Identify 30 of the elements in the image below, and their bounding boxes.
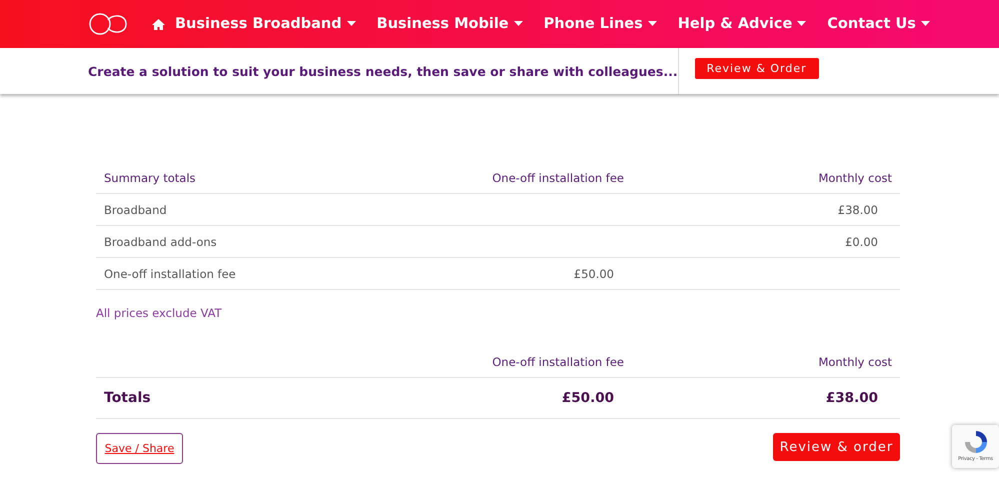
column-header: Monthly cost bbox=[817, 170, 893, 184]
table-cell-text: Broadband bbox=[103, 202, 168, 216]
nav-item[interactable]: Phone Lines bbox=[544, 16, 657, 32]
caret-icon bbox=[920, 21, 930, 27]
column-header: One-off installation fee bbox=[491, 170, 624, 184]
nav-item[interactable]: Business Mobile bbox=[376, 16, 523, 32]
nav-item[interactable]: Business Broadband bbox=[175, 16, 356, 32]
caret-icon bbox=[648, 21, 657, 27]
caret-icon bbox=[514, 21, 523, 27]
table-cell-text: £0.00 bbox=[844, 234, 879, 248]
nav-item[interactable]: Contact Us bbox=[827, 16, 930, 32]
totals-label: Totals bbox=[103, 390, 152, 406]
column-header: One-off installation fee bbox=[491, 354, 624, 368]
vat-note: All prices exclude VAT bbox=[96, 306, 223, 320]
subbar-text: Create a solution to suit your business needs, then save or share with colleagues... bbox=[87, 64, 678, 78]
column-header: Monthly cost bbox=[817, 354, 893, 368]
review-order-button[interactable]: Review & Order bbox=[694, 58, 819, 79]
review-order-button[interactable]: Review & order bbox=[773, 433, 900, 461]
table-cell-text: Broadband add-ons bbox=[103, 234, 218, 248]
save-share-button[interactable]: Save / Share bbox=[96, 433, 183, 464]
table-cell-text: One-off installation fee bbox=[103, 266, 237, 280]
table-cell-text: £38.00 bbox=[836, 202, 879, 216]
nav-item[interactable]: Help & Advice bbox=[678, 16, 806, 32]
table-cell-text: £50.00 bbox=[572, 266, 615, 280]
total-monthly: £38.00 bbox=[824, 390, 879, 406]
caret-icon bbox=[346, 21, 356, 27]
column-header: Summary totals bbox=[103, 170, 197, 184]
caret-icon bbox=[797, 21, 806, 27]
total-fee: £50.00 bbox=[560, 390, 615, 406]
home-icon[interactable] bbox=[152, 18, 165, 30]
